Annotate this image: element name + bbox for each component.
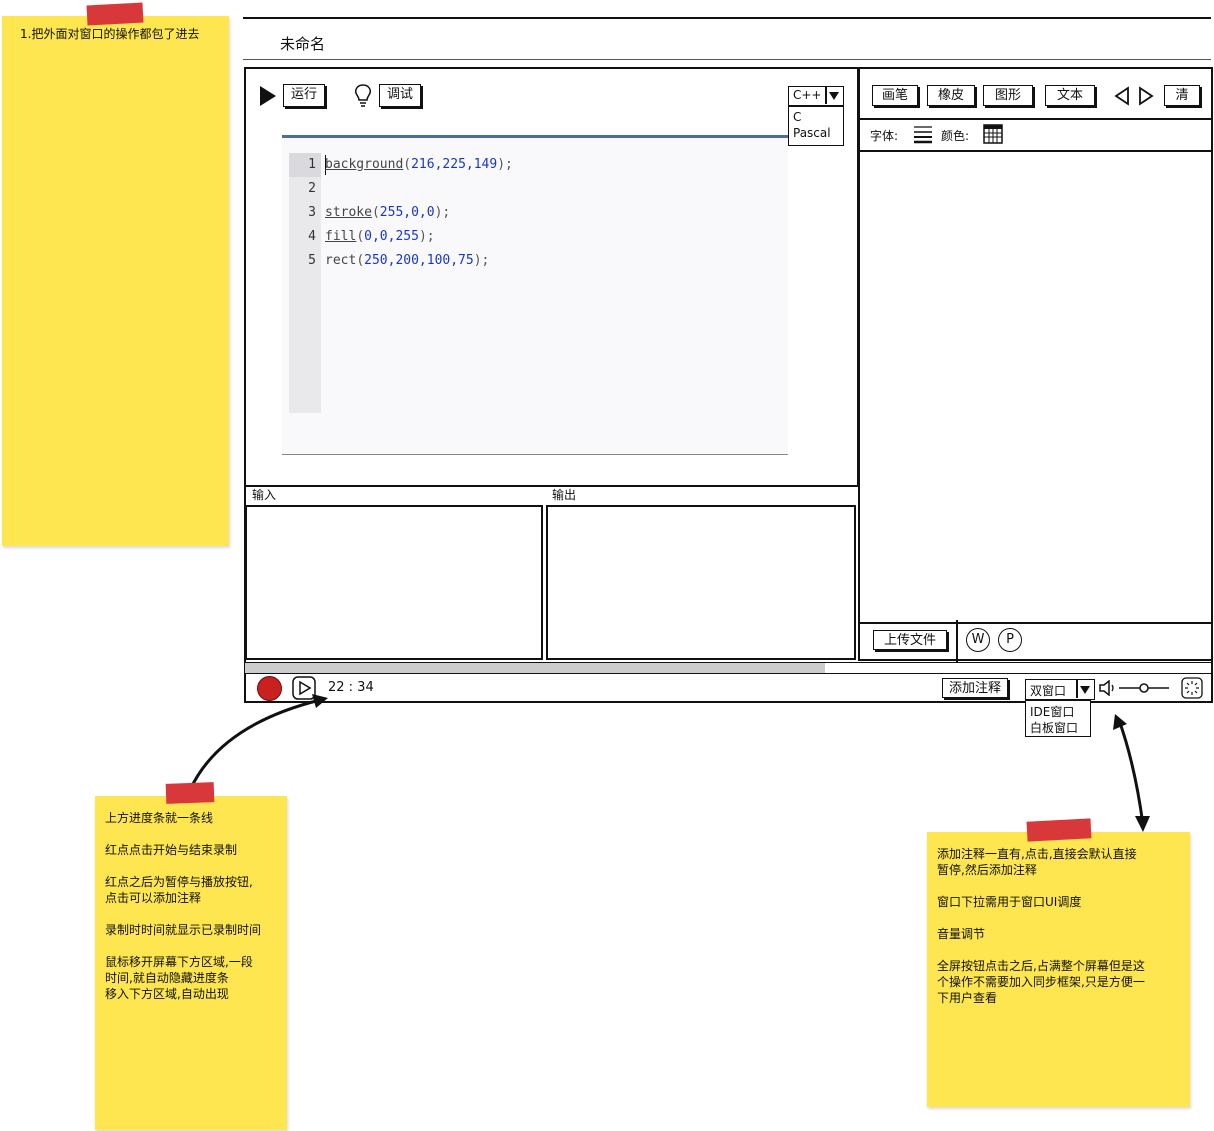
language-option[interactable]: Pascal bbox=[793, 126, 831, 140]
input-area[interactable] bbox=[245, 505, 543, 660]
redo-icon[interactable] bbox=[1138, 86, 1154, 106]
line-number: 4 bbox=[308, 229, 316, 244]
eraser-button[interactable]: 橡皮 bbox=[927, 85, 975, 106]
line-number: 3 bbox=[308, 205, 316, 220]
window-mode-select[interactable]: 双窗口 bbox=[1025, 679, 1095, 700]
shape-button[interactable]: 图形 bbox=[983, 85, 1033, 106]
whiteboard-canvas[interactable] bbox=[860, 152, 1210, 622]
p-button[interactable]: P bbox=[998, 628, 1022, 652]
upload-file-button[interactable]: 上传文件 bbox=[873, 630, 947, 650]
progress-bar[interactable] bbox=[244, 662, 1212, 674]
volume-slider[interactable] bbox=[1118, 681, 1170, 695]
window-mode-options: IDE窗口 白板窗口 bbox=[1025, 700, 1091, 737]
whiteboard-divider bbox=[956, 620, 958, 662]
text-button[interactable]: 文本 bbox=[1045, 85, 1095, 106]
dropdown-divider bbox=[825, 87, 827, 104]
note-text: 上方进度条就一条线 红点点击开始与结束录制 红点之后为暂停与播放按钮, 点击可以… bbox=[105, 811, 262, 1001]
title-bottom-rule bbox=[243, 59, 1211, 60]
window-mode-option[interactable]: 白板窗口 bbox=[1030, 719, 1078, 736]
whiteboard-bottom-rule bbox=[859, 622, 1211, 624]
language-select[interactable]: C++ bbox=[788, 86, 844, 106]
tape bbox=[165, 782, 215, 804]
language-option[interactable]: C bbox=[793, 110, 801, 124]
language-options: C Pascal bbox=[788, 106, 844, 146]
sticky-note-top-left: 1.把外面对窗口的操作都包了进去 bbox=[2, 16, 229, 546]
code-line: background(216,225,149); bbox=[325, 157, 513, 172]
code-line: rect(250,200,100,75); bbox=[325, 253, 490, 268]
chevron-down-icon bbox=[1080, 686, 1090, 694]
whiteboard-toolbar-rule bbox=[859, 118, 1211, 120]
tape bbox=[1026, 818, 1092, 842]
undo-icon[interactable] bbox=[1114, 86, 1130, 106]
sticky-note-bottom-right: 添加注释一直有,点击,直接会默认直接 暂停,然后添加注释 窗口下拉需用于窗口UI… bbox=[927, 832, 1190, 1107]
tape bbox=[86, 2, 144, 26]
clear-button[interactable]: 清 bbox=[1164, 85, 1200, 106]
note-text: 1.把外面对窗口的操作都包了进去 bbox=[20, 27, 200, 41]
add-note-button[interactable]: 添加注释 bbox=[942, 678, 1008, 698]
sticky-note-bottom-left: 上方进度条就一条线 红点点击开始与结束录制 红点之后为暂停与播放按钮, 点击可以… bbox=[95, 796, 287, 1130]
output-label: 输出 bbox=[552, 488, 577, 502]
color-grid-icon[interactable] bbox=[983, 124, 1003, 144]
arrow-connector-right bbox=[1113, 714, 1150, 832]
debug-button[interactable]: 调试 bbox=[379, 84, 421, 107]
w-button[interactable]: W bbox=[966, 628, 990, 652]
page-title: 未命名 bbox=[280, 35, 326, 53]
run-button[interactable]: 运行 bbox=[283, 84, 325, 107]
code-editor[interactable]: 1 2 3 4 5 background(216,225,149); strok… bbox=[282, 138, 788, 454]
line-number: 5 bbox=[308, 253, 316, 268]
font-size-icon[interactable] bbox=[912, 124, 934, 144]
line-number: 1 bbox=[308, 157, 316, 172]
volume-icon[interactable] bbox=[1099, 680, 1117, 696]
dropdown-divider bbox=[1076, 680, 1078, 698]
input-label: 输入 bbox=[252, 488, 277, 502]
editor-bottom-rule bbox=[282, 454, 788, 455]
language-selected: C++ bbox=[793, 88, 822, 102]
font-label: 字体: bbox=[870, 129, 899, 143]
title-top-rule bbox=[243, 17, 1211, 19]
code-line: stroke(255,0,0); bbox=[325, 205, 451, 220]
line-number: 2 bbox=[308, 181, 316, 196]
output-area bbox=[546, 505, 856, 660]
pen-button[interactable]: 画笔 bbox=[872, 85, 918, 106]
window-mode-selected: 双窗口 bbox=[1030, 684, 1067, 698]
note-text: 添加注释一直有,点击,直接会默认直接 暂停,然后添加注释 窗口下拉需用于窗口UI… bbox=[937, 847, 1145, 1005]
progress-fill bbox=[245, 663, 825, 673]
window-mode-option[interactable]: IDE窗口 bbox=[1030, 703, 1074, 720]
lightbulb-icon bbox=[355, 84, 371, 107]
fullscreen-icon[interactable] bbox=[1181, 677, 1203, 699]
play-icon[interactable] bbox=[258, 84, 278, 108]
color-label: 颜色: bbox=[941, 129, 970, 143]
chevron-down-icon bbox=[829, 92, 839, 100]
code-line: fill(0,0,255); bbox=[325, 229, 435, 244]
